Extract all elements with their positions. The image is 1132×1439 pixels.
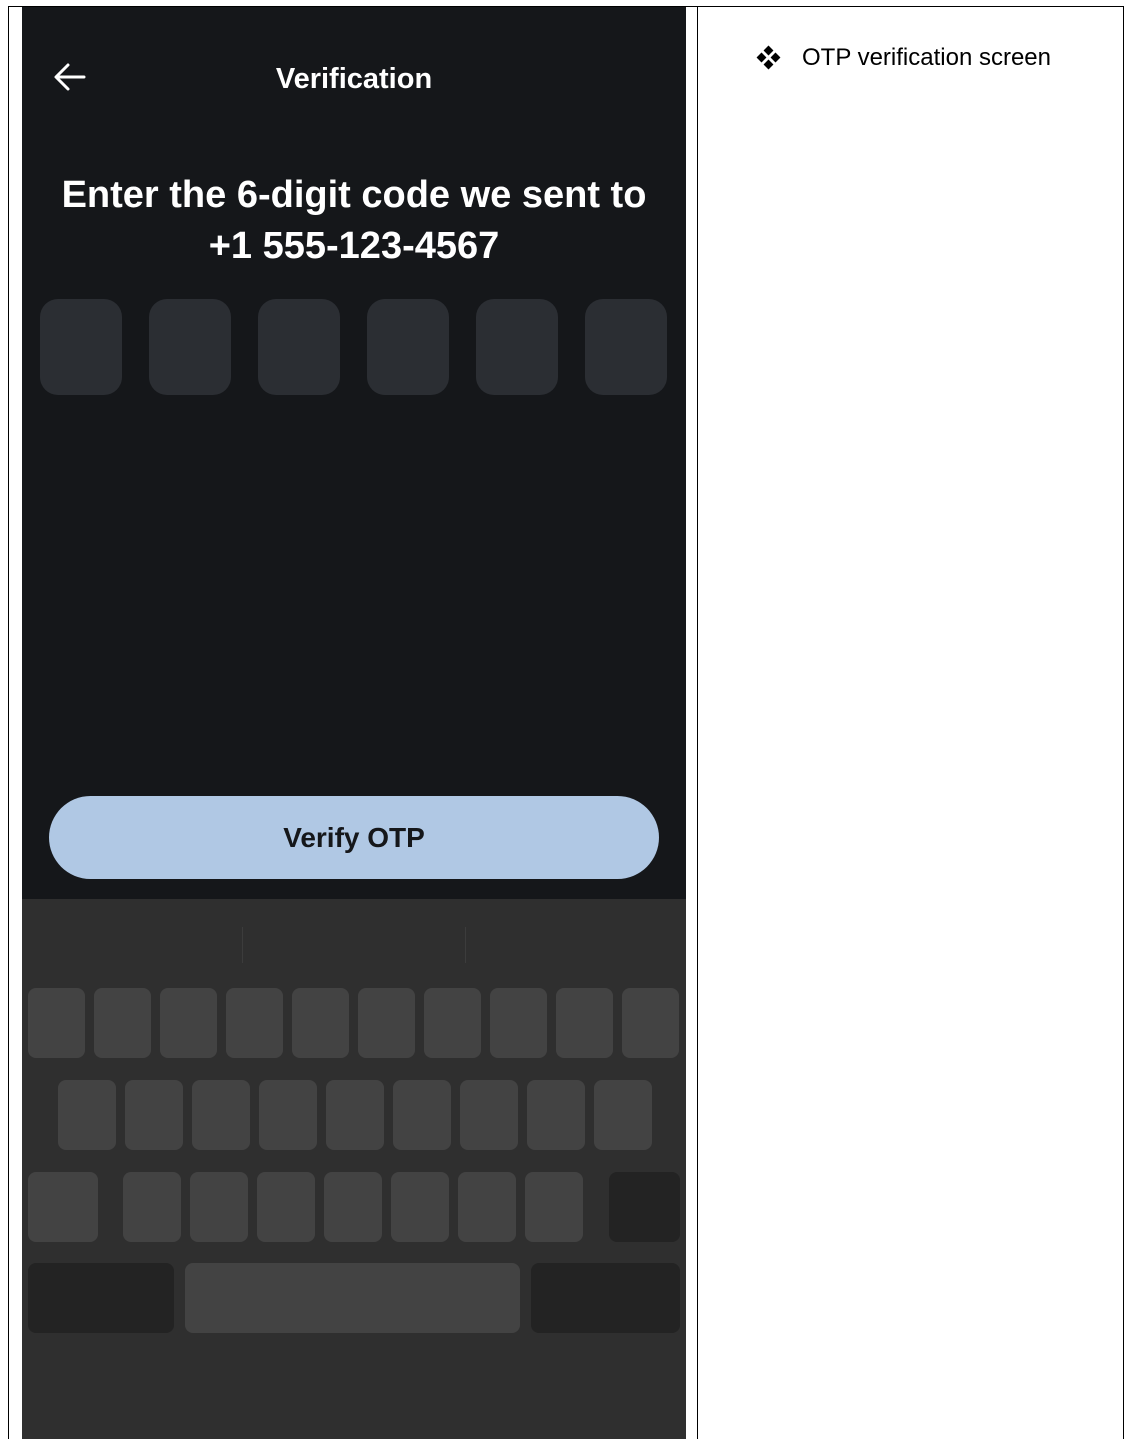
verify-otp-button[interactable]: Verify OTP <box>49 796 659 879</box>
otp-digit-2[interactable] <box>149 299 231 395</box>
keyboard-key[interactable] <box>622 988 679 1058</box>
otp-input-group <box>40 299 670 395</box>
suggestion-divider <box>465 927 466 963</box>
keyboard-key[interactable] <box>393 1080 451 1150</box>
otp-digit-3[interactable] <box>258 299 340 395</box>
keyboard-key[interactable] <box>527 1080 585 1150</box>
keyboard-key[interactable] <box>391 1172 449 1242</box>
keyboard-key[interactable] <box>28 988 85 1058</box>
keyboard-key[interactable] <box>58 1080 116 1150</box>
four-diamond-bullet-icon <box>756 45 781 70</box>
enter-key[interactable] <box>531 1263 680 1333</box>
otp-instructions: Enter the 6-digit code we sent to +1 555… <box>61 174 647 267</box>
shift-key[interactable] <box>28 1172 98 1242</box>
keyboard-key[interactable] <box>160 988 217 1058</box>
suggestion-divider <box>242 927 243 963</box>
keyboard-key[interactable] <box>226 988 283 1058</box>
keyboard-key[interactable] <box>460 1080 518 1150</box>
soft-keyboard <box>22 899 686 1439</box>
space-key[interactable] <box>185 1263 520 1333</box>
table-column-divider <box>697 6 698 1439</box>
keyboard-key[interactable] <box>123 1172 181 1242</box>
keyboard-key[interactable] <box>259 1080 317 1150</box>
screen-description-text: OTP verification screen <box>802 44 1051 71</box>
keyboard-key[interactable] <box>257 1172 315 1242</box>
otp-digit-5[interactable] <box>476 299 558 395</box>
keyboard-key[interactable] <box>326 1080 384 1150</box>
keyboard-key[interactable] <box>525 1172 583 1242</box>
otp-digit-4[interactable] <box>367 299 449 395</box>
backspace-key[interactable] <box>609 1172 680 1242</box>
phone-screenshot: Verification Enter the 6-digit code we s… <box>22 7 686 1439</box>
keyboard-key[interactable] <box>94 988 151 1058</box>
otp-digit-6[interactable] <box>585 299 667 395</box>
keyboard-key[interactable] <box>324 1172 382 1242</box>
keyboard-key[interactable] <box>190 1172 248 1242</box>
keyboard-key[interactable] <box>292 988 349 1058</box>
keyboard-key[interactable] <box>358 988 415 1058</box>
keyboard-key[interactable] <box>490 988 547 1058</box>
keyboard-key[interactable] <box>556 988 613 1058</box>
keyboard-key[interactable] <box>424 988 481 1058</box>
symbols-key[interactable] <box>28 1263 174 1333</box>
keyboard-key[interactable] <box>594 1080 652 1150</box>
app-bar: Verification <box>22 7 686 147</box>
page-title: Verification <box>275 63 433 95</box>
keyboard-key[interactable] <box>458 1172 516 1242</box>
keyboard-key[interactable] <box>192 1080 250 1150</box>
keyboard-key[interactable] <box>125 1080 183 1150</box>
otp-digit-1[interactable] <box>40 299 122 395</box>
screen-description: OTP verification screen <box>756 44 1051 72</box>
